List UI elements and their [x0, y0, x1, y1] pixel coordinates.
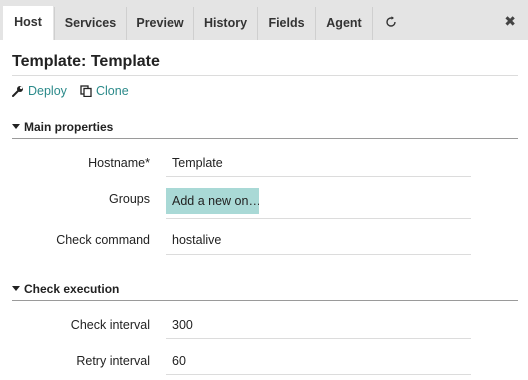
tab-history[interactable]: History: [193, 7, 257, 40]
retry-interval-label: Retry interval: [76, 354, 150, 368]
copy-icon: [80, 85, 92, 98]
title-divider: [12, 75, 518, 76]
refresh-icon[interactable]: [374, 7, 408, 40]
deploy-label: Deploy: [28, 84, 67, 98]
clone-label: Clone: [96, 84, 129, 98]
hostname-label: Hostname*: [88, 156, 150, 170]
groups-label: Groups: [109, 192, 150, 206]
hostname-input[interactable]: Template: [172, 156, 223, 170]
section-main-properties[interactable]: Main properties: [12, 119, 113, 135]
hostname-underline: [166, 176, 471, 177]
section-divider: [12, 300, 518, 301]
clone-link[interactable]: Clone: [80, 83, 129, 99]
section-check-execution[interactable]: Check execution: [12, 281, 119, 297]
deploy-link[interactable]: Deploy: [12, 83, 67, 99]
check-interval-input[interactable]: 300: [172, 318, 193, 332]
caret-down-icon: [12, 286, 20, 291]
check-command-underline: [166, 254, 471, 255]
groups-underline: [166, 218, 471, 219]
close-icon[interactable]: ✖: [504, 14, 516, 28]
section-divider: [12, 138, 518, 139]
wrench-icon: [12, 86, 23, 97]
tab-bar: Host Services Preview History Fields Age…: [0, 0, 528, 40]
check-command-input[interactable]: hostalive: [172, 233, 221, 247]
retry-interval-input[interactable]: 60: [172, 354, 186, 368]
add-group-button[interactable]: Add a new on…: [166, 188, 259, 214]
tab-preview[interactable]: Preview: [126, 7, 193, 40]
tab-agent[interactable]: Agent: [315, 7, 373, 40]
tab-fields[interactable]: Fields: [257, 7, 315, 40]
caret-down-icon: [12, 124, 20, 129]
section-title: Main properties: [24, 120, 114, 134]
tab-host[interactable]: Host: [3, 6, 53, 40]
section-title: Check execution: [24, 282, 120, 296]
tab-services[interactable]: Services: [54, 7, 126, 40]
page-title: Template: Template: [12, 53, 160, 70]
check-interval-label: Check interval: [70, 318, 150, 332]
check-command-label: Check command: [56, 233, 150, 247]
check-interval-underline: [166, 338, 471, 339]
retry-interval-underline: [166, 374, 471, 375]
